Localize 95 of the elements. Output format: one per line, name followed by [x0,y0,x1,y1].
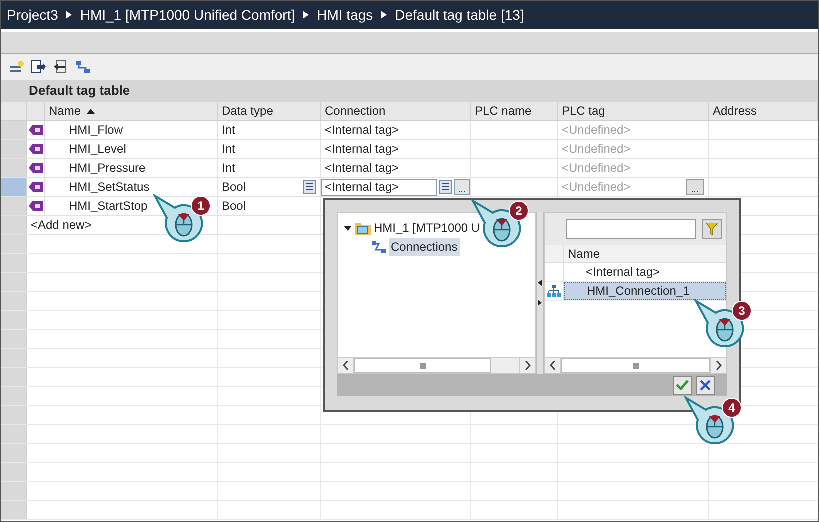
table-cell-text: <Undefined> [562,141,631,158]
add-row-icon[interactable] [9,60,25,74]
add-new-row[interactable]: <Add new> [31,216,92,234]
search-field[interactable] [566,219,696,239]
column-header[interactable]: PLC tag [558,102,709,120]
collapse-right-icon[interactable] [538,300,542,306]
horizontal-scrollbar[interactable] [338,357,535,373]
table-cell-text: <Undefined> [562,122,631,139]
column-header[interactable]: Name [45,102,218,120]
scroll-thumb[interactable] [354,358,491,373]
step-badge: 1 [191,196,211,216]
table-cell-text: Int [222,122,236,139]
table-cell-text: HMI_SetStatus [69,179,150,196]
row-handle[interactable] [1,140,27,158]
horizontal-scrollbar[interactable] [545,357,726,373]
table-title: Default tag table [1,80,818,102]
table-cell-text: <Internal tag> [325,122,400,139]
row-handle[interactable] [1,159,27,177]
tree-item[interactable]: HMI_1 [MTP1000 U [374,219,480,237]
row-handle[interactable] [1,406,27,424]
browse-button[interactable]: ... [686,179,704,195]
chevron-icon [303,11,310,19]
cancel-button[interactable] [696,376,715,394]
table-cell-text: Int [222,160,236,177]
table-cell-text: Bool [222,179,246,196]
connection-field[interactable]: <Internal tag> [321,178,437,196]
row-handle[interactable] [1,349,27,367]
table-cell-text: Bool [222,198,246,215]
column-header[interactable]: Data type [218,102,321,120]
scroll-right-icon[interactable] [716,361,722,370]
column-header[interactable]: Address [709,102,818,120]
row-handle[interactable] [1,311,27,329]
chevron-icon [66,11,72,19]
column-header[interactable]: Connection [321,102,471,120]
close-icon [700,380,711,390]
row-handle[interactable] [1,197,27,215]
tag-icon [28,163,42,173]
table-cell-text: HMI_Level [69,141,126,158]
row-handle[interactable] [1,387,27,405]
breadcrumb-item[interactable]: HMI_1 [MTP1000 Unified Comfort] [80,4,296,26]
folder-icon [355,222,371,234]
scroll-thumb[interactable] [561,358,710,373]
confirm-button[interactable] [673,376,692,394]
list-icon[interactable] [303,180,316,194]
row-handle[interactable] [1,444,27,462]
list-icon[interactable] [439,180,452,194]
scroll-left-icon[interactable] [550,361,556,370]
row-handle[interactable] [1,330,27,348]
table-cell-text: HMI_Flow [69,122,124,139]
list-item[interactable]: <Internal tag> [564,263,726,281]
sort-ascending-icon [87,108,96,114]
table-cell-text: <Internal tag> [325,141,400,158]
breadcrumb-item[interactable]: Project3 [7,4,58,26]
row-handle[interactable] [1,425,27,443]
tag-icon [28,201,42,211]
table-cell-text: Int [222,141,236,158]
scroll-left-icon[interactable] [342,361,348,370]
row-handle[interactable] [1,501,27,519]
table-cell-text: HMI_Pressure [69,160,146,177]
step-badge: 3 [732,301,752,321]
column-header[interactable]: PLC name [471,102,558,120]
row-handle[interactable] [1,121,27,139]
browse-button[interactable]: ... [454,179,470,195]
chevron-icon [381,11,388,19]
row-handle[interactable] [1,254,27,272]
list-item[interactable]: HMI_Connection_1 [564,282,726,300]
connection-icon[interactable] [75,60,91,74]
filter-icon [706,223,718,235]
row-handle[interactable] [1,178,27,196]
table-cell-text: <Internal tag> [325,160,400,177]
filter-button[interactable] [702,219,722,239]
row-handle[interactable] [1,482,27,500]
row-handle[interactable] [1,463,27,481]
insert-icon[interactable] [31,60,47,74]
row-handle[interactable] [1,273,27,291]
row-handle[interactable] [1,368,27,386]
breadcrumb-item[interactable]: Default tag table [13] [395,4,524,26]
export-icon[interactable] [53,60,69,74]
tag-icon [28,144,42,154]
table-cell-text: <Undefined> [562,160,631,177]
checkmark-icon [676,380,689,390]
breadcrumb-item[interactable]: HMI tags [317,4,374,26]
connection-icon [372,240,386,252]
tag-icon [28,125,42,135]
tree-item[interactable]: Connections [389,238,460,256]
collapse-left-icon[interactable] [538,280,542,286]
row-handle[interactable] [1,292,27,310]
row-handle[interactable] [1,216,27,234]
table-cell-text: <Undefined> [562,179,631,196]
table-cell-text: HMI_StartStop [69,198,148,215]
row-handle[interactable] [1,235,27,253]
scroll-right-icon[interactable] [524,361,530,370]
tag-icon [28,182,42,192]
network-icon [547,285,561,297]
expand-arrow-icon[interactable] [344,224,352,232]
